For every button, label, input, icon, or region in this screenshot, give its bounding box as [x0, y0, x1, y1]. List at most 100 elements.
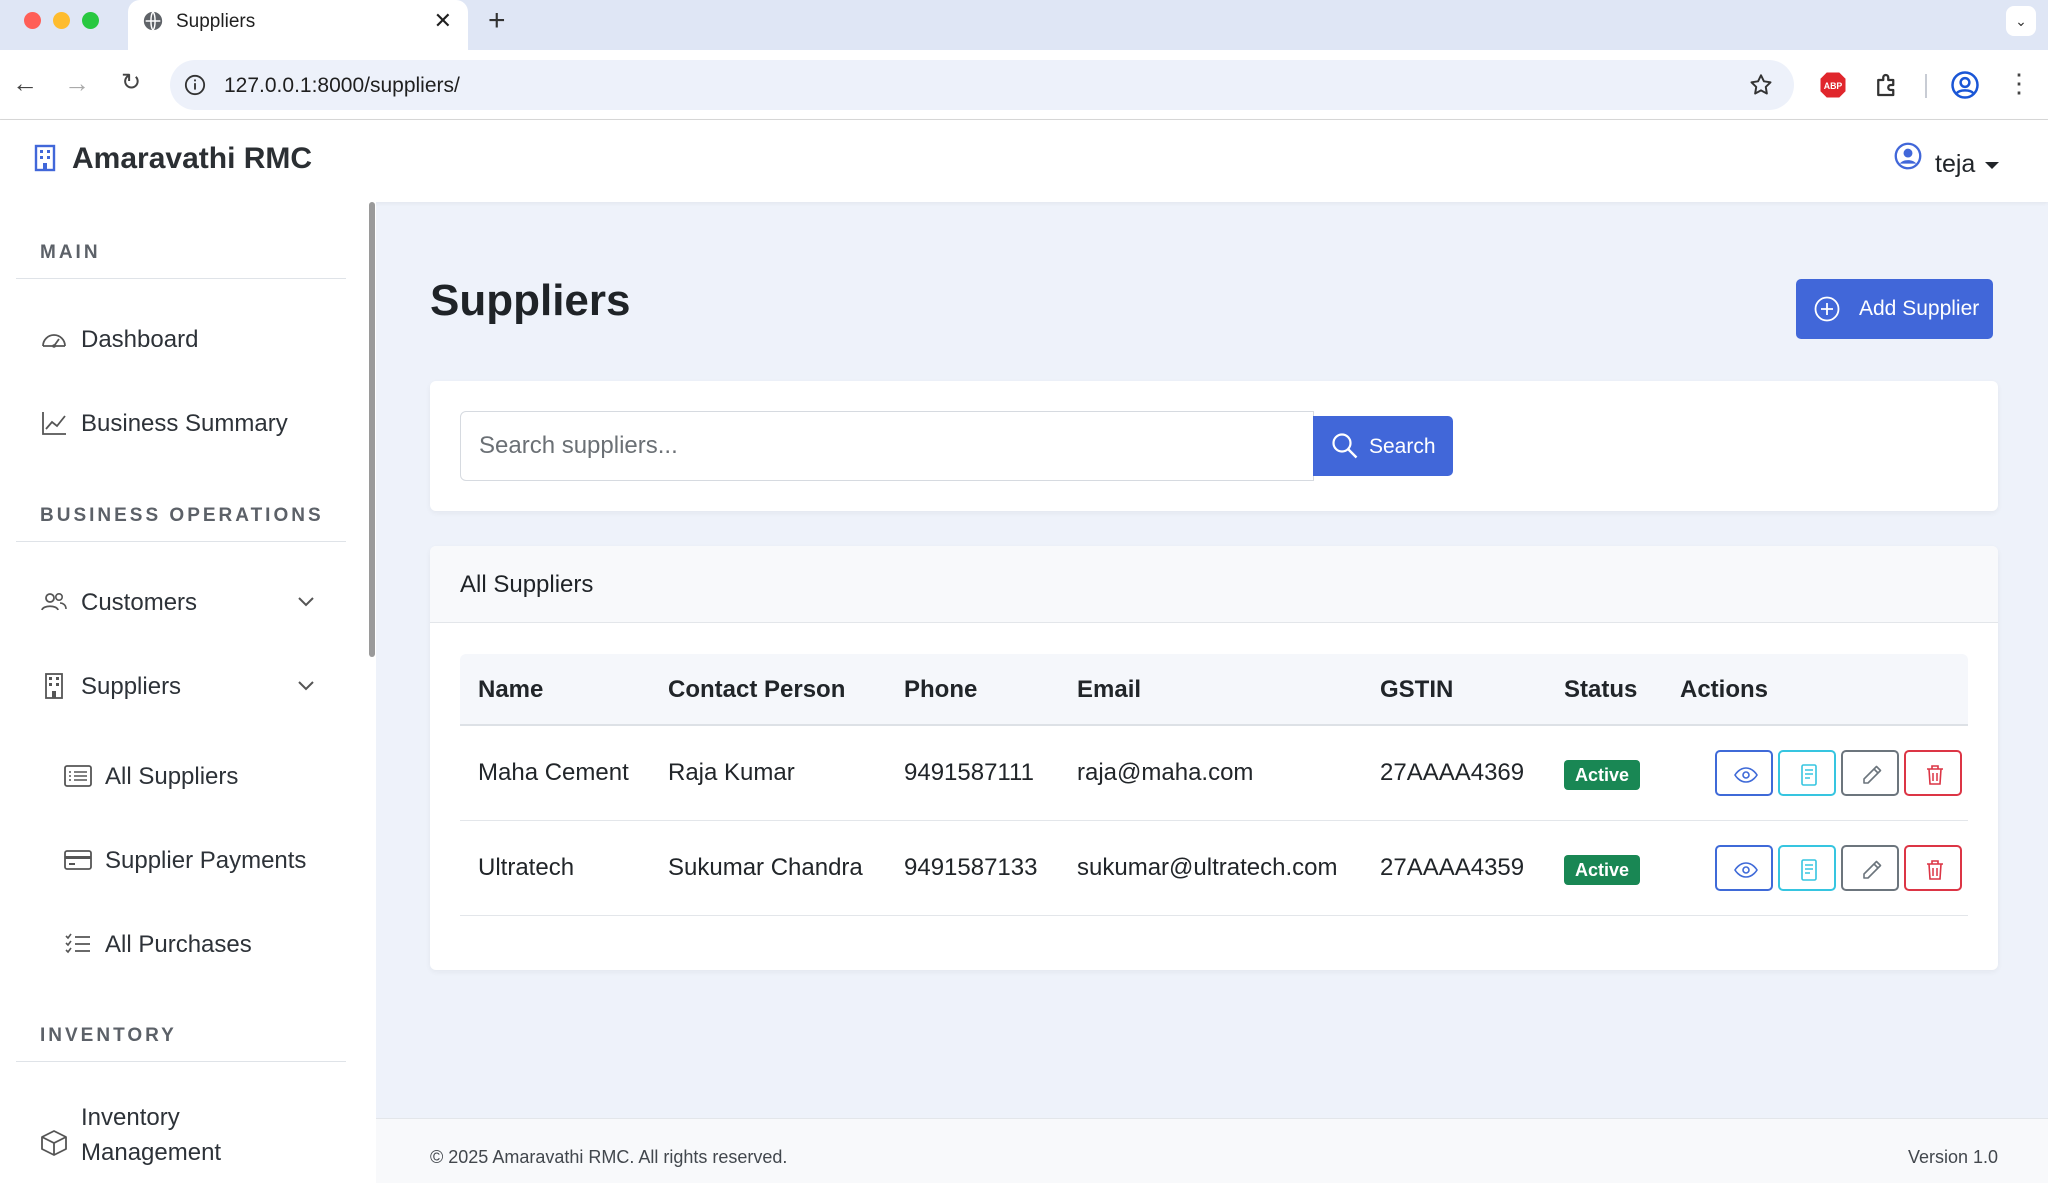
table-title: All Suppliers: [460, 571, 594, 598]
sidebar-item-label: Supplier Payments: [105, 847, 307, 874]
user-circle-icon[interactable]: [1894, 142, 1922, 170]
sidebar-item-label: All Suppliers: [105, 763, 239, 790]
phone: 9491587111: [904, 759, 1034, 786]
delete-button[interactable]: [1904, 750, 1962, 796]
footer: © 2025 Amaravathi RMC. All rights reserv…: [376, 1118, 2048, 1183]
column-header-actions: Actions: [1680, 676, 1769, 703]
window-close-button[interactable]: [24, 12, 41, 29]
new-tab-icon[interactable]: +: [488, 4, 506, 38]
gstin: 27AAAA4359: [1380, 854, 1525, 881]
copyright-text: © 2025 Amaravathi RMC. All rights reserv…: [430, 1147, 788, 1167]
column-header-status[interactable]: Status: [1564, 676, 1637, 704]
add-supplier-button[interactable]: Add Supplier: [1796, 279, 1993, 339]
view-button[interactable]: [1715, 845, 1773, 891]
table-row: Ultratech Sukumar Chandra 9491587133 suk…: [460, 821, 1968, 916]
trash-icon: [1927, 765, 1943, 785]
user-menu[interactable]: teja: [1935, 150, 1975, 179]
search-input[interactable]: [460, 411, 1314, 481]
reload-icon[interactable]: ↻: [116, 68, 146, 98]
section-title-main: MAIN: [40, 242, 101, 263]
contact-person: Raja Kumar: [668, 759, 795, 786]
phone: 9491587133: [904, 854, 1038, 881]
sidebar-item-all-suppliers[interactable]: All Suppliers: [40, 751, 340, 801]
back-arrow-icon[interactable]: ←: [10, 68, 40, 98]
svg-text:ABP: ABP: [1824, 81, 1843, 91]
caret-down-icon[interactable]: [1985, 162, 1999, 169]
search-label: Search: [1369, 435, 1436, 458]
status-badge: Active: [1564, 855, 1641, 885]
view-button[interactable]: [1715, 750, 1773, 796]
browser-toolbar: ← → ↻ 127.0.0.1:8000/suppliers/ ABP ⋮: [0, 50, 2048, 120]
sidebar-item-supplier-payments[interactable]: Supplier Payments: [40, 835, 340, 885]
browser-menu-icon[interactable]: ⋮: [2004, 68, 2034, 98]
browser-tab[interactable]: Suppliers ✕: [128, 0, 468, 50]
people-icon: [41, 593, 67, 611]
box-icon: [41, 1130, 67, 1156]
tab-close-icon[interactable]: ✕: [434, 8, 452, 34]
tab-search-chevron-icon[interactable]: ⌄: [2006, 6, 2036, 36]
sidebar-item-all-purchases[interactable]: All Purchases: [40, 919, 340, 969]
supplier-name: Maha Cement: [478, 759, 629, 786]
adblock-icon[interactable]: ABP: [1818, 70, 1848, 100]
delete-button[interactable]: [1904, 845, 1962, 891]
sidebar-item-inventory-management[interactable]: Inventory Management: [40, 1104, 340, 1183]
building-icon: [34, 144, 56, 172]
eye-icon: [1734, 767, 1758, 783]
brand-name[interactable]: Amaravathi RMC: [72, 142, 312, 176]
list-card-icon: [64, 765, 92, 787]
chevron-down-icon[interactable]: [296, 591, 316, 611]
edit-button[interactable]: [1841, 750, 1899, 796]
forward-arrow-icon[interactable]: →: [62, 68, 92, 98]
sidebar-item-customers[interactable]: Customers: [40, 577, 340, 627]
card-header: All Suppliers: [430, 546, 1998, 623]
eye-icon: [1734, 862, 1758, 878]
gstin: 27AAAA4369: [1380, 759, 1525, 786]
email: sukumar@ultratech.com: [1077, 854, 1338, 881]
profile-icon[interactable]: [1950, 70, 1980, 100]
edit-button[interactable]: [1841, 845, 1899, 891]
suppliers-table-card: All Suppliers Name Contact Person Phone …: [430, 546, 1998, 970]
sidebar-item-dashboard[interactable]: Dashboard: [40, 314, 340, 364]
sidebar-item-label: Management: [81, 1139, 222, 1166]
table-row: Maha Cement Raja Kumar 9491587111 raja@m…: [460, 726, 1968, 821]
address-bar[interactable]: 127.0.0.1:8000/suppliers/: [170, 60, 1794, 110]
column-header-phone[interactable]: Phone: [904, 676, 977, 704]
sidebar-item-label: Suppliers: [81, 673, 182, 700]
ledger-button[interactable]: [1778, 750, 1836, 796]
table-header: Name Contact Person Phone Email GSTIN St…: [460, 654, 1968, 726]
url-text: 127.0.0.1:8000/suppliers/: [224, 74, 460, 97]
contact-person: Sukumar Chandra: [668, 854, 863, 881]
site-info-icon[interactable]: [184, 74, 206, 96]
sidebar-item-business-summary[interactable]: Business Summary: [40, 398, 340, 448]
document-icon: [1801, 859, 1817, 881]
bookmark-star-icon[interactable]: [1748, 72, 1774, 98]
column-header-gstin[interactable]: GSTIN: [1380, 676, 1453, 704]
search-button[interactable]: Search: [1313, 416, 1453, 476]
status-badge: Active: [1564, 760, 1641, 790]
window-minimize-button[interactable]: [53, 12, 70, 29]
ledger-button[interactable]: [1778, 845, 1836, 891]
column-header-contact-person[interactable]: Contact Person: [668, 676, 845, 704]
column-header-name[interactable]: Name: [478, 676, 543, 704]
supplier-name: Ultratech: [478, 854, 575, 881]
plus-circle-icon: [1814, 296, 1840, 322]
search-card: Search: [430, 381, 1998, 511]
section-title-business-operations: BUSINESS OPERATIONS: [40, 505, 324, 526]
sidebar-item-label: Business Summary: [81, 410, 288, 437]
column-header-email[interactable]: Email: [1077, 676, 1141, 704]
email: raja@maha.com: [1077, 759, 1254, 786]
search-icon: [1332, 433, 1358, 459]
section-title-inventory: INVENTORY: [40, 1025, 177, 1046]
credit-card-icon: [64, 850, 92, 870]
pencil-icon: [1863, 860, 1882, 879]
sidebar-item-suppliers[interactable]: Suppliers: [40, 661, 340, 711]
line-chart-icon: [42, 412, 66, 435]
extensions-puzzle-icon[interactable]: [1872, 70, 1902, 100]
sidebar: MAIN Dashboard Business Summary BUSINESS…: [0, 202, 376, 1183]
speedometer-icon: [42, 334, 66, 348]
window-maximize-button[interactable]: [82, 12, 99, 29]
trash-icon: [1927, 860, 1943, 880]
sidebar-scrollbar[interactable]: [369, 202, 375, 657]
app-header: Amaravathi RMC teja: [0, 120, 2048, 202]
chevron-down-icon[interactable]: [296, 675, 316, 695]
